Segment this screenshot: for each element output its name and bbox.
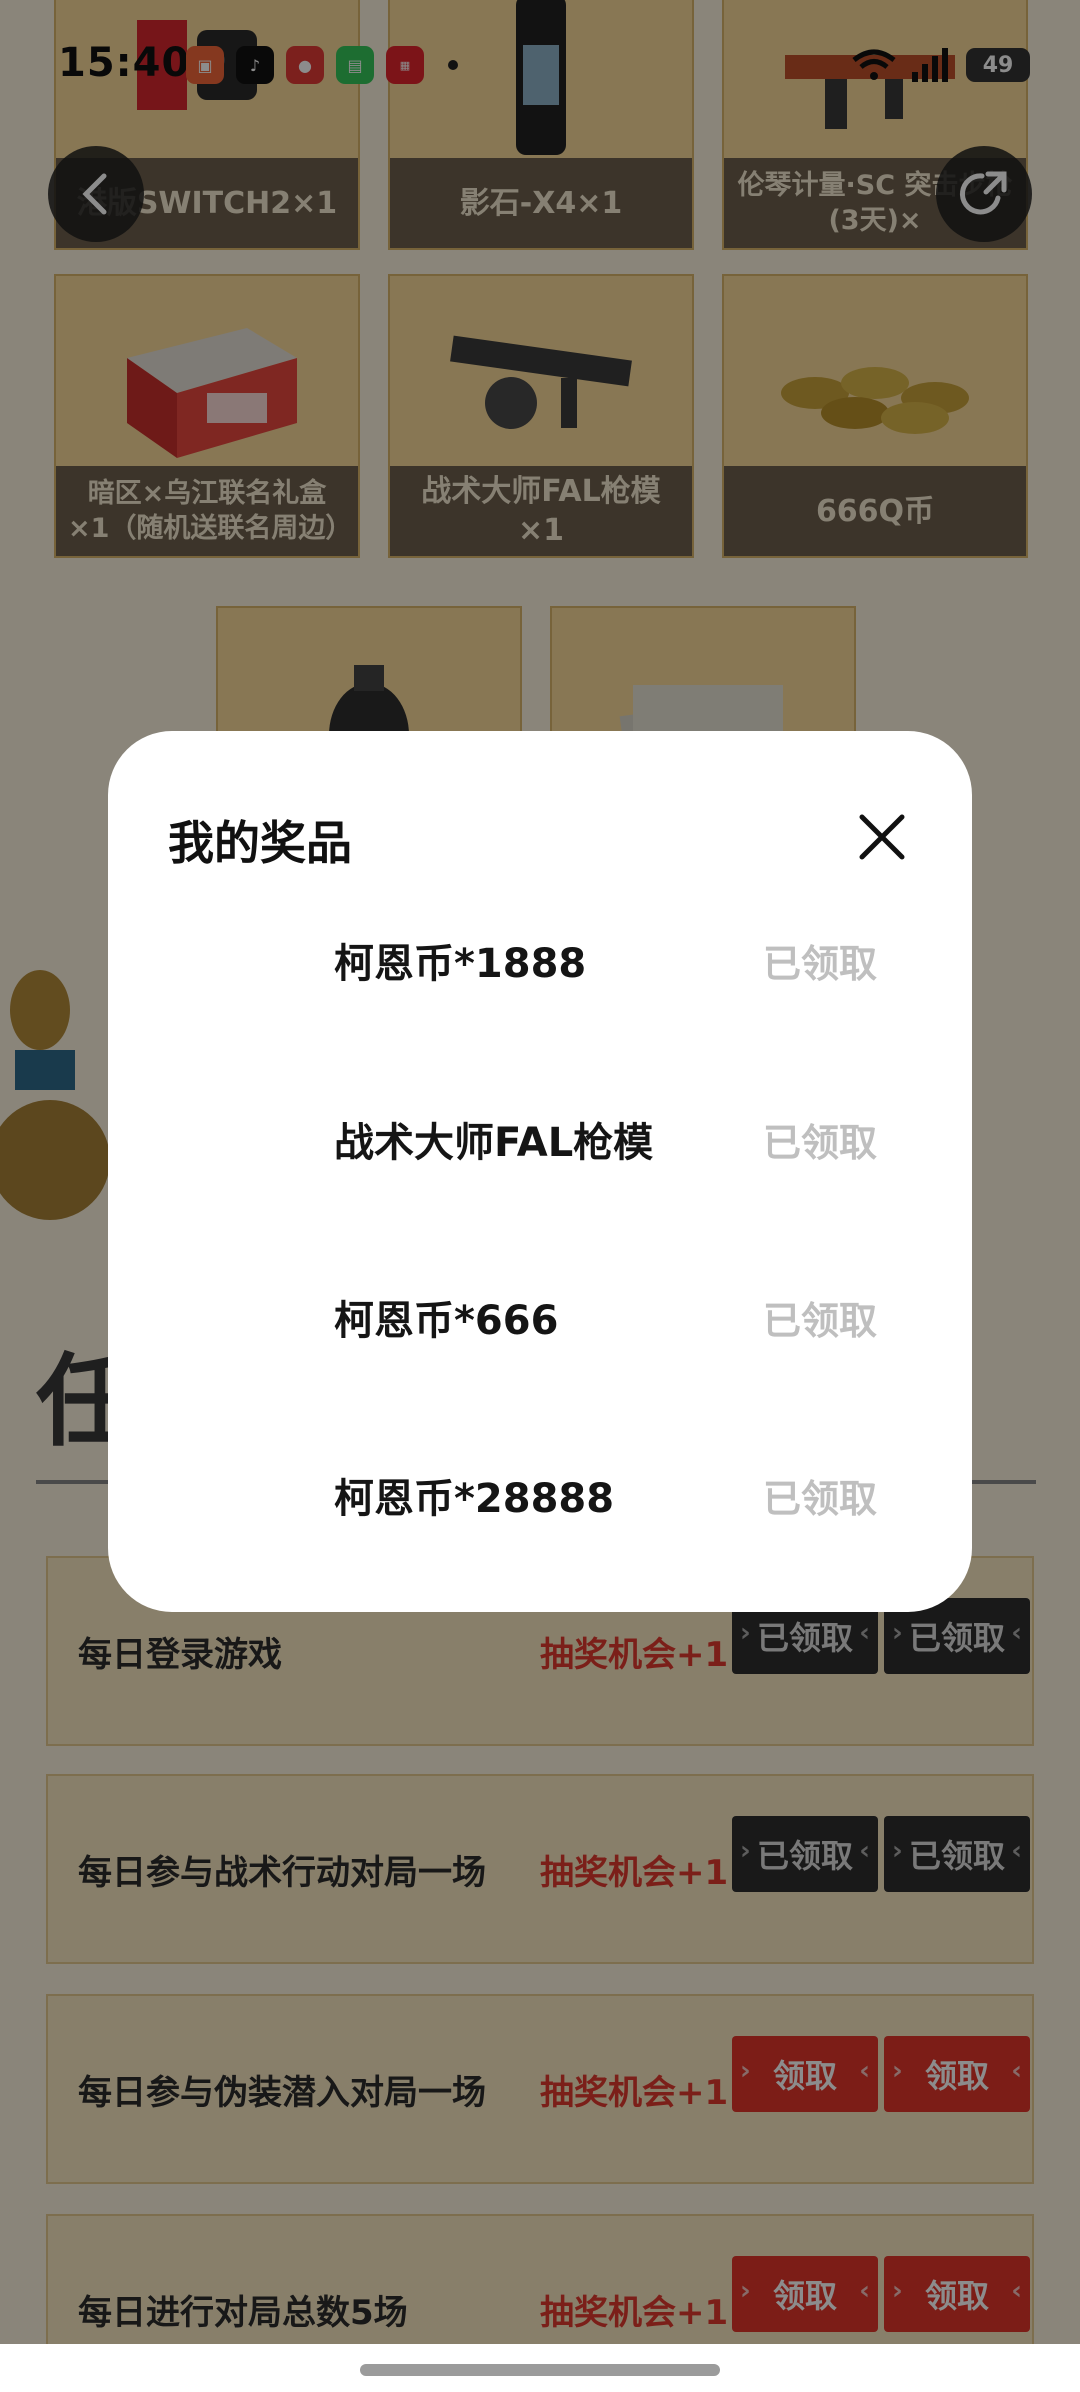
modal-title: 我的奖品 [168, 816, 352, 870]
my-prizes-modal: 我的奖品 柯恩币*1888 已领取 战术大师FAL枪模 已领取 柯恩币*666 … [108, 731, 972, 1612]
prize-list-item: 柯恩币*1888 已领取 [108, 905, 972, 1015]
prize-name: 柯恩币*666 [334, 1298, 559, 1344]
prize-status: 已领取 [763, 1476, 878, 1521]
prize-status: 已领取 [763, 941, 878, 986]
gesture-bar [0, 2344, 1080, 2392]
prize-status: 已领取 [763, 1298, 878, 1343]
prize-list-item: 柯恩币*666 已领取 [108, 1262, 972, 1372]
prize-list-item: 战术大师FAL枪模 已领取 [108, 1084, 972, 1194]
prize-name: 战术大师FAL枪模 [334, 1120, 654, 1166]
prize-list-item: 柯恩币*28888 已领取 [108, 1440, 972, 1550]
prize-name: 柯恩币*28888 [334, 1476, 615, 1522]
home-indicator[interactable] [360, 2364, 720, 2376]
prize-name: 柯恩币*1888 [334, 941, 587, 987]
prize-status: 已领取 [763, 1120, 878, 1165]
close-icon[interactable] [854, 809, 910, 865]
